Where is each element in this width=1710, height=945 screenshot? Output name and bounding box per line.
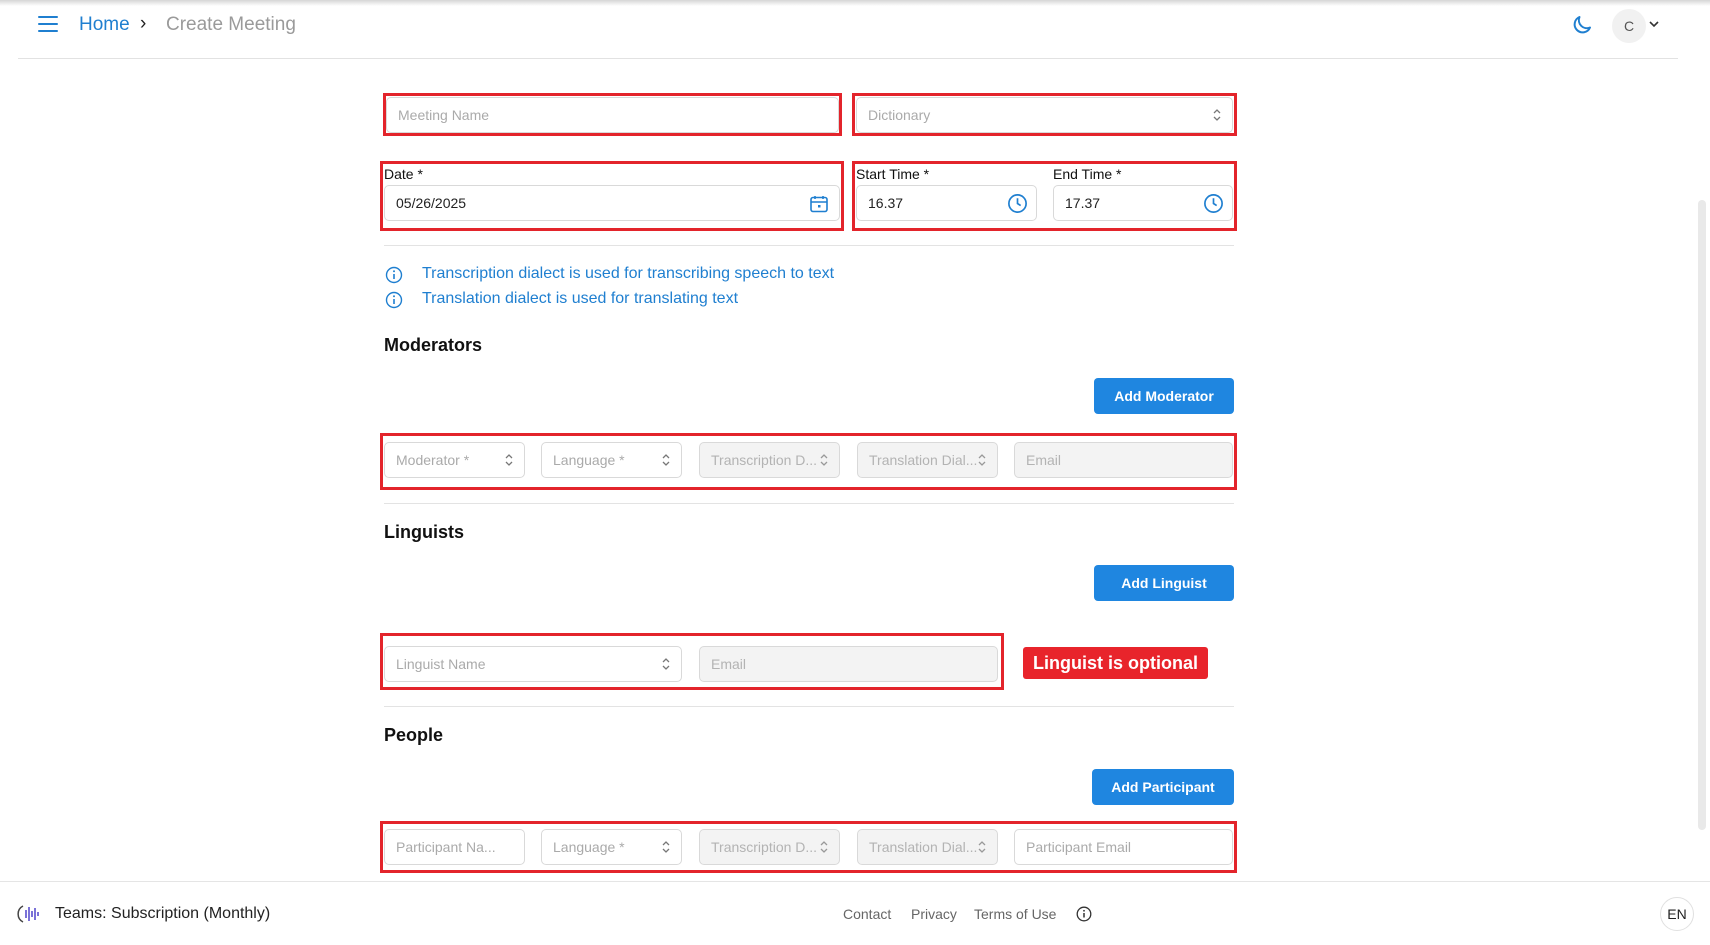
translation-placeholder: Translation Dial... [869, 452, 978, 468]
contact-link[interactable]: Contact [843, 906, 891, 922]
app-header: Home › Create Meeting C [0, 0, 1710, 52]
start-time-value: 16.37 [868, 195, 904, 211]
date-input[interactable]: 05/26/2025 [384, 185, 840, 221]
start-time-label: Start Time * [856, 166, 930, 182]
brand-logo-icon [17, 905, 39, 923]
moderator-language-select[interactable]: Language * [541, 442, 682, 478]
meeting-name-input[interactable]: Meeting Name [386, 97, 839, 133]
moderator-select[interactable]: Moderator * [384, 442, 525, 478]
moderator-transcription-select[interactable]: Transcription D... [699, 442, 840, 478]
language-switcher[interactable]: EN [1660, 897, 1694, 931]
end-time-label: End Time * [1053, 166, 1122, 182]
clock-icon[interactable] [1203, 193, 1224, 214]
clock-icon[interactable] [1007, 193, 1028, 214]
dictionary-placeholder: Dictionary [868, 107, 931, 123]
info-icon [385, 266, 403, 284]
privacy-link[interactable]: Privacy [911, 906, 957, 922]
calendar-icon[interactable] [809, 194, 829, 214]
select-updown-icon [978, 841, 986, 853]
participant-email-input[interactable]: Participant Email [1014, 829, 1233, 865]
participant-translation-select[interactable]: Translation Dial... [857, 829, 998, 865]
select-updown-icon [505, 454, 513, 466]
add-participant-button[interactable]: Add Participant [1092, 769, 1234, 805]
info-text: Transcription dialect is used for transc… [422, 265, 835, 282]
moderator-placeholder: Moderator * [396, 452, 470, 468]
end-time-value: 17.37 [1065, 195, 1101, 211]
start-time-input[interactable]: 16.37 [856, 185, 1037, 221]
select-updown-icon [662, 658, 670, 670]
chevron-down-icon[interactable] [1648, 18, 1660, 30]
info-text: Translation dialect is used for translat… [422, 290, 739, 307]
meeting-name-placeholder: Meeting Name [398, 107, 490, 123]
dark-mode-moon-icon[interactable] [1570, 13, 1594, 37]
select-updown-icon [820, 454, 828, 466]
linguists-title: Linguists [384, 522, 464, 542]
date-value: 05/26/2025 [396, 195, 467, 211]
section-divider [384, 706, 1234, 707]
hamburger-menu-icon[interactable] [38, 16, 58, 34]
header-divider [18, 58, 1678, 59]
user-avatar[interactable]: C [1612, 9, 1646, 43]
terms-link[interactable]: Terms of Use [974, 906, 1056, 922]
add-linguist-button[interactable]: Add Linguist [1094, 565, 1234, 601]
dictionary-select[interactable]: Dictionary [856, 97, 1233, 133]
people-title: People [384, 725, 444, 745]
section-divider [384, 503, 1234, 504]
transcription-placeholder: Transcription D... [711, 452, 818, 468]
language-placeholder: Language * [553, 839, 625, 855]
language-placeholder: Language * [553, 452, 625, 468]
linguist-optional-badge: Linguist is optional [1023, 647, 1208, 679]
select-updown-icon [820, 841, 828, 853]
add-moderator-button[interactable]: Add Moderator [1094, 378, 1234, 414]
transcription-placeholder: Transcription D... [711, 839, 818, 855]
date-label: Date * [384, 166, 423, 182]
moderators-title: Moderators [384, 335, 483, 355]
participant-transcription-select[interactable]: Transcription D... [699, 829, 840, 865]
moderator-email-input[interactable]: Email [1014, 442, 1233, 478]
linguist-name-select[interactable]: Linguist Name [384, 646, 682, 682]
linguist-email-input[interactable]: Email [699, 646, 998, 682]
select-updown-icon [662, 454, 670, 466]
email-placeholder: Email [711, 656, 747, 672]
info-icon[interactable] [1076, 906, 1092, 922]
participant-name-placeholder: Participant Na... [396, 839, 496, 855]
breadcrumb-home-link[interactable]: Home [79, 14, 130, 36]
info-icon [385, 291, 403, 309]
footer-divider [0, 881, 1710, 882]
subscription-plan: Teams: Subscription (Monthly) [55, 905, 271, 922]
end-time-input[interactable]: 17.37 [1053, 185, 1233, 221]
breadcrumb-separator-icon: › [140, 13, 147, 34]
email-placeholder: Email [1026, 452, 1062, 468]
linguist-name-placeholder: Linguist Name [396, 656, 486, 672]
participant-name-input[interactable]: Participant Na... [384, 829, 525, 865]
breadcrumb-current: Create Meeting [166, 14, 296, 35]
participant-language-select[interactable]: Language * [541, 829, 682, 865]
select-updown-icon [662, 841, 670, 853]
translation-placeholder: Translation Dial... [869, 839, 978, 855]
section-divider [384, 245, 1234, 246]
select-updown-icon [1213, 109, 1221, 121]
moderator-translation-select[interactable]: Translation Dial... [857, 442, 998, 478]
page-scrollbar[interactable] [1698, 200, 1706, 830]
select-updown-icon [978, 454, 986, 466]
participant-email-placeholder: Participant Email [1026, 839, 1132, 855]
